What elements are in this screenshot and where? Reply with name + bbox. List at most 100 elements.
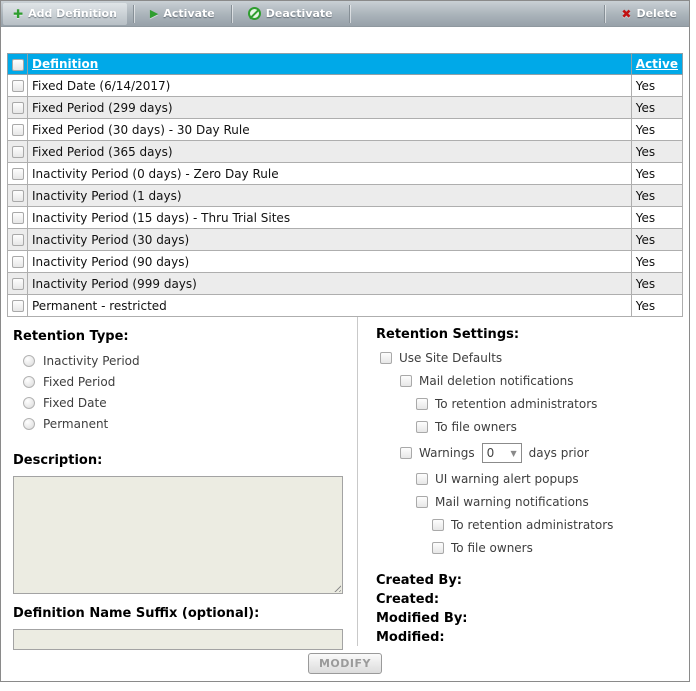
deletion-to-owners-checkbox[interactable] bbox=[416, 421, 428, 433]
radio-icon[interactable] bbox=[23, 376, 35, 388]
footer: MODIFY bbox=[1, 646, 689, 674]
definition-cell[interactable]: Inactivity Period (15 days) - Thru Trial… bbox=[28, 207, 632, 229]
detail-form: Retention Type: Inactivity Period Fixed … bbox=[1, 317, 689, 646]
retention-type-radio-group: Inactivity Period Fixed Period Fixed Dat… bbox=[23, 354, 343, 431]
toolbar-separator bbox=[604, 5, 605, 23]
definition-cell[interactable]: Inactivity Period (999 days) bbox=[28, 273, 632, 295]
definition-cell[interactable]: Fixed Date (6/14/2017) bbox=[28, 75, 632, 97]
audit-metadata: Created By: Created: Modified By: Modifi… bbox=[376, 571, 689, 647]
description-label: Description: bbox=[13, 453, 343, 468]
row-checkbox[interactable] bbox=[12, 124, 24, 136]
ui-warning-checkbox[interactable] bbox=[416, 473, 428, 485]
row-checkbox[interactable] bbox=[12, 102, 24, 114]
definitions-table-wrap: Definition Active Fixed Date (6/14/2017)… bbox=[7, 53, 683, 317]
radio-icon[interactable] bbox=[23, 355, 35, 367]
created-by-label: Created By: bbox=[376, 571, 689, 590]
definition-cell[interactable]: Inactivity Period (1 days) bbox=[28, 185, 632, 207]
active-cell: Yes bbox=[631, 229, 682, 251]
select-all-checkbox[interactable] bbox=[12, 59, 24, 71]
resize-handle-icon[interactable] bbox=[332, 583, 341, 592]
warnings-days-select[interactable]: 0 ▼ bbox=[482, 443, 522, 463]
checkbox-label: To file owners bbox=[451, 541, 533, 555]
warning-to-admins-checkbox[interactable] bbox=[432, 519, 444, 531]
checkbox-label: To retention administrators bbox=[435, 397, 597, 411]
table-row: Fixed Period (299 days) Yes bbox=[8, 97, 683, 119]
radio-icon[interactable] bbox=[23, 397, 35, 409]
table-row: Inactivity Period (15 days) - Thru Trial… bbox=[8, 207, 683, 229]
warning-to-admins-row: To retention administrators bbox=[432, 518, 689, 532]
toolbar-separator bbox=[349, 5, 350, 23]
toolbar-separator bbox=[231, 5, 232, 23]
radio-option-permanent[interactable]: Permanent bbox=[23, 417, 343, 431]
app-window: ✚ Add Definition ▶ Activate Deactivate ✖… bbox=[0, 0, 690, 682]
active-cell: Yes bbox=[631, 295, 682, 317]
warnings-days-value: 0 bbox=[487, 446, 495, 460]
table-row: Inactivity Period (999 days) Yes bbox=[8, 273, 683, 295]
play-icon: ▶ bbox=[150, 7, 158, 20]
table-header-row: Definition Active bbox=[8, 54, 683, 75]
definition-cell[interactable]: Fixed Period (365 days) bbox=[28, 141, 632, 163]
radio-option-inactivity-period[interactable]: Inactivity Period bbox=[23, 354, 343, 368]
add-definition-label: Add Definition bbox=[28, 7, 117, 20]
retention-settings-label: Retention Settings: bbox=[376, 327, 689, 342]
modify-button[interactable]: MODIFY bbox=[308, 653, 382, 674]
row-checkbox[interactable] bbox=[12, 168, 24, 180]
row-checkbox[interactable] bbox=[12, 234, 24, 246]
created-label: Created: bbox=[376, 590, 689, 609]
active-cell: Yes bbox=[631, 119, 682, 141]
toolbar-separator bbox=[133, 5, 134, 23]
definition-cell[interactable]: Fixed Period (299 days) bbox=[28, 97, 632, 119]
activate-button[interactable]: ▶ Activate bbox=[140, 3, 225, 25]
description-textarea[interactable] bbox=[13, 476, 343, 594]
mail-deletion-checkbox[interactable] bbox=[400, 375, 412, 387]
toolbar: ✚ Add Definition ▶ Activate Deactivate ✖… bbox=[1, 1, 689, 27]
definition-cell[interactable]: Permanent - restricted bbox=[28, 295, 632, 317]
suffix-input[interactable] bbox=[13, 629, 343, 650]
row-checkbox[interactable] bbox=[12, 80, 24, 92]
deletion-to-admins-checkbox[interactable] bbox=[416, 398, 428, 410]
row-checkbox[interactable] bbox=[12, 212, 24, 224]
checkbox-label: Mail deletion notifications bbox=[419, 374, 573, 388]
mail-warning-checkbox[interactable] bbox=[416, 496, 428, 508]
row-checkbox[interactable] bbox=[12, 300, 24, 312]
definition-cell[interactable]: Inactivity Period (30 days) bbox=[28, 229, 632, 251]
definition-cell[interactable]: Fixed Period (30 days) - 30 Day Rule bbox=[28, 119, 632, 141]
table-row: Inactivity Period (90 days) Yes bbox=[8, 251, 683, 273]
definition-cell[interactable]: Inactivity Period (90 days) bbox=[28, 251, 632, 273]
deletion-to-owners-row: To file owners bbox=[416, 420, 689, 434]
active-cell: Yes bbox=[631, 185, 682, 207]
table-row: Inactivity Period (30 days) Yes bbox=[8, 229, 683, 251]
row-checkbox[interactable] bbox=[12, 278, 24, 290]
warnings-checkbox[interactable] bbox=[400, 447, 412, 459]
warning-to-owners-checkbox[interactable] bbox=[432, 542, 444, 554]
use-site-defaults-row: Use Site Defaults bbox=[380, 351, 689, 365]
definition-cell[interactable]: Inactivity Period (0 days) - Zero Day Ru… bbox=[28, 163, 632, 185]
active-column-header[interactable]: Active bbox=[631, 54, 682, 75]
add-definition-button[interactable]: ✚ Add Definition bbox=[3, 3, 127, 25]
definitions-table: Definition Active Fixed Date (6/14/2017)… bbox=[7, 53, 683, 317]
mail-warning-row: Mail warning notifications bbox=[416, 495, 689, 509]
active-cell: Yes bbox=[631, 251, 682, 273]
table-row: Permanent - restricted Yes bbox=[8, 295, 683, 317]
use-site-defaults-checkbox[interactable] bbox=[380, 352, 392, 364]
radio-icon[interactable] bbox=[23, 418, 35, 430]
active-cell: Yes bbox=[631, 163, 682, 185]
table-row: Fixed Period (365 days) Yes bbox=[8, 141, 683, 163]
row-checkbox[interactable] bbox=[12, 146, 24, 158]
radio-label: Fixed Date bbox=[43, 396, 107, 410]
deactivate-button[interactable]: Deactivate bbox=[238, 3, 343, 25]
modified-by-label: Modified By: bbox=[376, 609, 689, 628]
table-row: Fixed Period (30 days) - 30 Day Rule Yes bbox=[8, 119, 683, 141]
x-icon: ✖ bbox=[621, 7, 631, 21]
delete-label: Delete bbox=[636, 7, 677, 20]
radio-option-fixed-date[interactable]: Fixed Date bbox=[23, 396, 343, 410]
radio-option-fixed-period[interactable]: Fixed Period bbox=[23, 375, 343, 389]
definition-column-header[interactable]: Definition bbox=[28, 54, 632, 75]
warnings-row: Warnings 0 ▼ days prior bbox=[400, 443, 689, 463]
deactivate-label: Deactivate bbox=[266, 7, 333, 20]
mail-deletion-row: Mail deletion notifications bbox=[400, 374, 689, 388]
row-checkbox[interactable] bbox=[12, 190, 24, 202]
active-cell: Yes bbox=[631, 141, 682, 163]
delete-button[interactable]: ✖ Delete bbox=[611, 3, 687, 25]
row-checkbox[interactable] bbox=[12, 256, 24, 268]
